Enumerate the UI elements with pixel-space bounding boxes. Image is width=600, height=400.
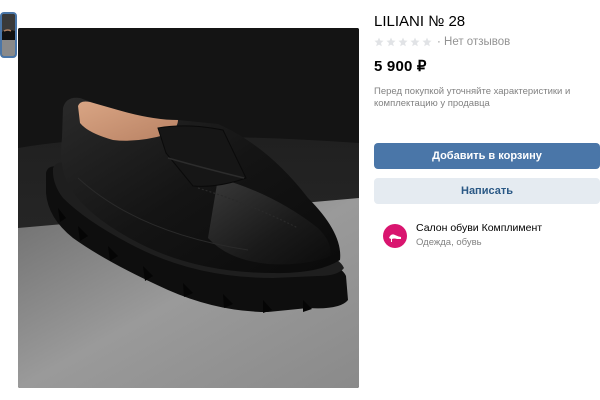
rating-stars <box>374 37 432 47</box>
shoe-image <box>18 28 359 388</box>
write-message-button[interactable]: Написать <box>374 178 600 204</box>
product-price: 5 900 ₽ <box>374 58 427 75</box>
star-icon <box>386 37 396 47</box>
star-icon <box>374 37 384 47</box>
star-icon <box>398 37 408 47</box>
product-rating[interactable]: · Нет отзывов <box>374 35 510 49</box>
shop-name[interactable]: Салон обуви Комплимент <box>416 222 542 235</box>
reviews-link[interactable]: · Нет отзывов <box>437 36 510 48</box>
high-heel-icon <box>389 234 401 242</box>
star-icon <box>422 37 432 47</box>
shop-text: Салон обуви Комплимент Одежда, обувь <box>416 222 542 249</box>
shop-avatar[interactable] <box>383 224 407 248</box>
product-title: LILIANI № 28 <box>374 13 466 30</box>
star-icon <box>410 37 420 47</box>
add-to-cart-button[interactable]: Добавить в корзину <box>374 143 600 169</box>
seller-note: Перед покупкой уточняйте характеристики … <box>374 86 571 109</box>
shop-category: Одежда, обувь <box>416 237 482 248</box>
product-photo[interactable] <box>18 28 359 388</box>
thumbnail-image <box>2 14 15 56</box>
product-thumbnail[interactable] <box>0 12 17 58</box>
shop-card[interactable]: Салон обуви Комплимент Одежда, обувь <box>383 222 542 249</box>
